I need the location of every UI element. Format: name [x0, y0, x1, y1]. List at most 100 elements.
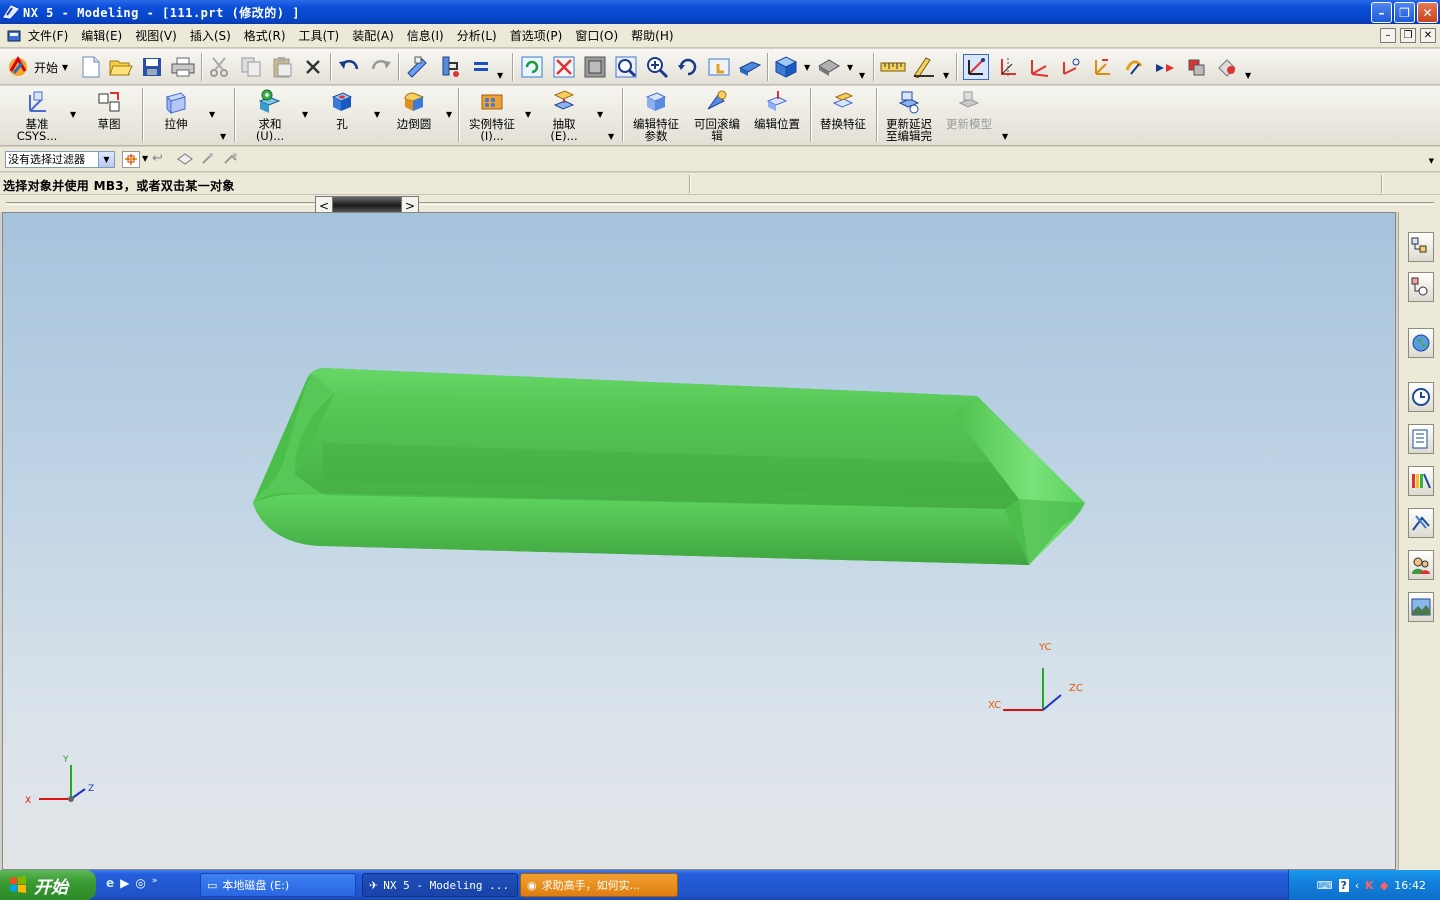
menu-insert[interactable]: 插入(S): [190, 27, 231, 44]
menu-preferences[interactable]: 首选项(P): [510, 27, 563, 44]
system-scenes-icon[interactable]: [1408, 592, 1434, 622]
roles-icon[interactable]: [1408, 550, 1434, 580]
zoom-in-out-icon[interactable]: [644, 54, 670, 80]
antivirus-icon[interactable]: K: [1365, 879, 1374, 892]
doc-close-button[interactable]: ✕: [1420, 28, 1436, 43]
pan-icon[interactable]: [706, 54, 732, 80]
measure-distance-icon[interactable]: [880, 54, 906, 80]
keyboard-icon[interactable]: ⌨: [1317, 879, 1333, 892]
cut-icon[interactable]: [206, 54, 232, 80]
undo-icon[interactable]: [336, 54, 362, 80]
menu-help[interactable]: 帮助(H): [631, 27, 673, 44]
system-materials-icon[interactable]: [1408, 424, 1434, 454]
edit-object-display-icon[interactable]: [404, 54, 430, 80]
unite-button[interactable]: 求和 (U)...: [244, 86, 296, 144]
redo-icon[interactable]: [368, 54, 394, 80]
doc-restore-button[interactable]: ❐: [1400, 28, 1416, 43]
refresh-icon[interactable]: [519, 54, 545, 80]
perspective-icon[interactable]: [737, 54, 763, 80]
menu-assemblies[interactable]: 装配(A): [352, 27, 394, 44]
chevron-down-icon[interactable]: ▼: [1429, 157, 1434, 165]
fit-icon[interactable]: [551, 54, 577, 80]
wcs-orient-icon[interactable]: [1058, 54, 1084, 80]
background-icon[interactable]: [816, 54, 842, 80]
menu-window[interactable]: 窗口(O): [575, 27, 618, 44]
replace-feature-button[interactable]: 替换特征: [814, 86, 872, 144]
windows-start-button[interactable]: 开始: [0, 870, 96, 900]
ie-icon[interactable]: e: [106, 876, 114, 890]
edit-position-button[interactable]: 编辑位置: [750, 86, 804, 144]
undo-selection-icon[interactable]: ↩: [152, 151, 163, 166]
help-icon[interactable]: ?: [1338, 878, 1349, 892]
wcs-save-icon[interactable]: [1214, 54, 1240, 80]
wcs-display-icon[interactable]: [1183, 54, 1209, 80]
chevron-right-icon[interactable]: »: [152, 876, 158, 890]
task-nx[interactable]: ✈ NX 5 - Modeling ...: [362, 873, 518, 897]
extract-button[interactable]: 抽取 (E)...: [538, 86, 590, 144]
rotate-icon[interactable]: [675, 54, 701, 80]
rollback-edit-button[interactable]: 可回滚编 辑: [688, 86, 746, 144]
wcs-set-icon[interactable]: [1090, 54, 1116, 80]
zoom-window-icon[interactable]: [582, 54, 608, 80]
wcs-change-yc-icon[interactable]: [1152, 54, 1178, 80]
history-icon[interactable]: [1408, 382, 1434, 412]
visualization-icon[interactable]: [1408, 466, 1434, 496]
menu-format[interactable]: 格式(R): [244, 27, 286, 44]
document-menu-icon[interactable]: [6, 28, 22, 44]
menu-information[interactable]: 信息(I): [407, 27, 444, 44]
minimize-button[interactable]: –: [1371, 2, 1392, 23]
edge-blend-button[interactable]: 边倒圆: [388, 86, 440, 144]
nx-app-icon[interactable]: [3, 4, 19, 20]
restore-button[interactable]: ❐: [1394, 2, 1415, 23]
menu-analysis[interactable]: 分析(L): [457, 27, 497, 44]
graphics-window[interactable]: YC XC ZC Y X Z: [2, 212, 1396, 870]
datum-csys-button[interactable]: 基准 CSYS...: [10, 86, 64, 144]
wcs-rotate-icon[interactable]: [1026, 54, 1052, 80]
browser-icon[interactable]: ◎: [135, 876, 145, 890]
layer-settings-icon[interactable]: [468, 54, 494, 80]
part-navigator-icon[interactable]: [1408, 272, 1434, 302]
new-icon[interactable]: [78, 54, 104, 80]
save-icon[interactable]: [139, 54, 165, 80]
delete-icon[interactable]: [300, 54, 326, 80]
chevron-down-icon[interactable]: ▼: [98, 152, 114, 167]
wcs-change-xc-icon[interactable]: [1121, 54, 1147, 80]
task-browser[interactable]: ◉ 求助高手，如何实...: [520, 873, 678, 897]
delay-update-button[interactable]: 更新延迟 至编辑完: [880, 86, 938, 144]
extrude-button[interactable]: 拉伸: [150, 86, 202, 144]
menu-tools[interactable]: 工具(T): [299, 27, 340, 44]
paste-icon[interactable]: [269, 54, 295, 80]
clock[interactable]: 16:42: [1394, 879, 1426, 892]
chevron-left-icon[interactable]: ‹: [1355, 879, 1359, 892]
edit-feature-params-button[interactable]: 编辑特征 参数: [628, 86, 684, 144]
task-local-disk[interactable]: ▭ 本地磁盘 (E:): [200, 873, 356, 897]
measure-angle-icon[interactable]: [911, 54, 937, 80]
menu-file[interactable]: 文件(F): [28, 27, 68, 44]
show-hide-icon[interactable]: [436, 54, 462, 80]
wcs-origin-icon[interactable]: [994, 54, 1020, 80]
hole-button[interactable]: 孔: [316, 86, 368, 144]
selection-scope-icon[interactable]: [122, 151, 140, 168]
snap-point-icon[interactable]: [199, 151, 217, 170]
close-button[interactable]: ✕: [1417, 2, 1438, 23]
wcs-dynamics-icon[interactable]: [963, 54, 989, 80]
shaded-view-icon[interactable]: [773, 54, 799, 80]
media-player-icon[interactable]: ▶: [120, 876, 129, 890]
process-studio-icon[interactable]: [1408, 508, 1434, 538]
nx-start-button[interactable]: 开始 ▼: [6, 55, 68, 79]
zoom-icon[interactable]: [613, 54, 639, 80]
instance-feature-button[interactable]: 实例特征 (I)...: [464, 86, 520, 144]
copy-icon[interactable]: [238, 54, 264, 80]
open-icon[interactable]: [108, 54, 134, 80]
menu-view[interactable]: 视图(V): [135, 27, 177, 44]
print-icon[interactable]: [170, 54, 196, 80]
shield-icon[interactable]: ◆: [1380, 879, 1388, 892]
doc-minimize-button[interactable]: –: [1380, 28, 1396, 43]
assembly-navigator-icon[interactable]: [1408, 232, 1434, 262]
web-browser-icon[interactable]: [1408, 328, 1434, 358]
update-model-button[interactable]: 更新模型: [940, 86, 998, 144]
sketch-button[interactable]: 草图: [84, 86, 134, 144]
snap-settings-icon[interactable]: [222, 151, 240, 170]
menu-edit[interactable]: 编辑(E): [81, 27, 122, 44]
type-filter-select[interactable]: 没有选择过滤器 ▼: [5, 151, 115, 168]
